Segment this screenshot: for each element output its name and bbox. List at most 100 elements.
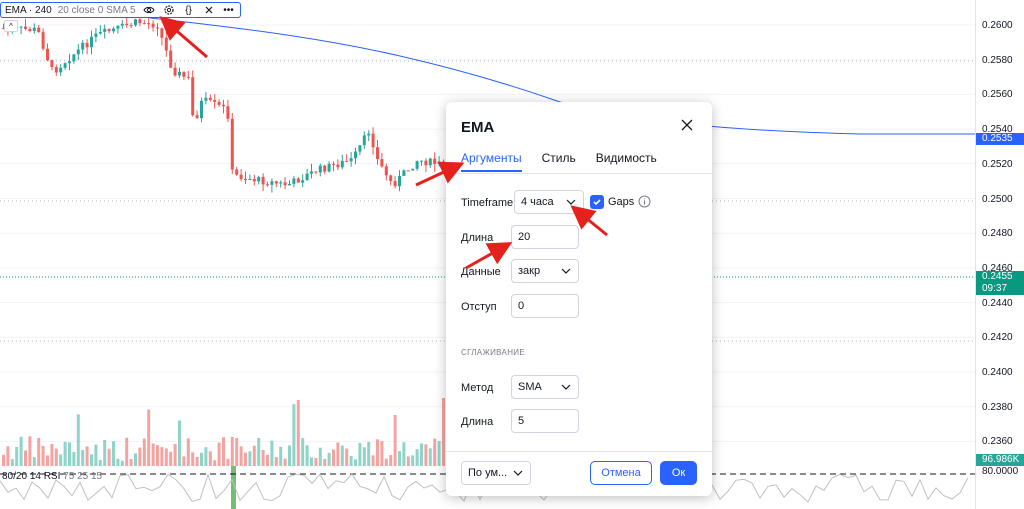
candle-body	[41, 32, 45, 49]
last-price-tag: 0.2455	[976, 271, 1024, 283]
candle-body	[398, 175, 401, 187]
candle-body	[323, 165, 327, 172]
volume-bar	[279, 446, 283, 466]
volume-bar	[288, 445, 291, 466]
collapse-legend-button[interactable]: ^	[4, 20, 18, 32]
candle-body	[90, 36, 93, 48]
candle-body	[318, 165, 322, 173]
volume-bar	[332, 449, 335, 466]
smoothing-length-input[interactable]: 5	[511, 409, 579, 433]
price-tick-label: 0.2500	[982, 193, 1013, 205]
method-select[interactable]: SMA	[511, 375, 579, 399]
volume-bar	[173, 444, 177, 466]
candle-body	[354, 151, 357, 159]
offset-input[interactable]: 0	[511, 294, 579, 318]
tab-visibility[interactable]: Видимость	[596, 150, 657, 172]
settings-gear-icon[interactable]	[162, 3, 176, 17]
candle-body	[156, 27, 159, 29]
method-label: Метод	[461, 382, 494, 394]
volume-bar	[398, 451, 401, 466]
volume-bar	[90, 454, 93, 466]
volume-bar	[261, 449, 265, 466]
remove-icon[interactable]	[202, 3, 216, 17]
volume-bar	[28, 436, 32, 466]
ema-price-tag: 0.2535	[976, 133, 1024, 145]
candle-body	[257, 176, 261, 182]
volume-bar	[94, 444, 98, 466]
method-value: SMA	[518, 381, 542, 393]
timeframe-value: 4 часа	[521, 196, 554, 208]
rsi-legend[interactable]: 80/20 14 RSI 75 25 15	[2, 471, 102, 482]
eye-icon[interactable]	[142, 3, 156, 17]
more-icon[interactable]: •••	[222, 3, 236, 17]
volume-bar	[6, 446, 10, 466]
candle-body	[182, 71, 186, 77]
candle-body	[142, 23, 146, 25]
defaults-dropdown[interactable]: По ум...	[461, 461, 531, 485]
cancel-button[interactable]: Отмена	[590, 461, 652, 485]
volume-bar	[213, 460, 217, 466]
volume-bar	[222, 437, 225, 466]
gaps-checkbox[interactable]	[590, 195, 604, 209]
candle-body	[50, 60, 54, 68]
info-icon[interactable]	[638, 195, 651, 208]
volume-bar	[164, 448, 168, 466]
source-select[interactable]: закр	[511, 259, 579, 283]
candle-body	[28, 28, 32, 31]
volume-bar	[103, 439, 107, 466]
candle-body	[336, 164, 340, 168]
source-code-icon[interactable]: {}	[182, 3, 196, 17]
volume-bar	[415, 449, 419, 466]
volume-bar	[420, 443, 423, 466]
candle-body	[433, 158, 437, 164]
volume-bar	[354, 459, 357, 466]
timeframe-select[interactable]: 4 часа	[514, 190, 584, 214]
candle-body	[244, 179, 247, 181]
tab-arguments[interactable]: Аргументы	[461, 150, 522, 172]
candle-body	[411, 168, 415, 171]
indicator-settings-dialog[interactable]: EMA Аргументы Стиль Видимость Timeframe …	[446, 102, 712, 496]
candle-body	[19, 26, 23, 28]
length-input[interactable]: 20	[511, 225, 579, 249]
legend-indicator-params: 20 close 0 SMA 5	[57, 4, 136, 16]
volume-bar	[323, 458, 327, 466]
tab-style[interactable]: Стиль	[542, 150, 576, 172]
volume-bar	[442, 397, 445, 466]
candle-body	[442, 161, 445, 165]
rsi-levels: 80/20	[2, 471, 28, 482]
volume-bar	[345, 448, 349, 466]
candle-body	[85, 42, 89, 48]
volume-bar	[340, 445, 344, 466]
price-tick-label: 0.2360	[982, 436, 1013, 448]
offset-value: 0	[518, 300, 525, 312]
candle-body	[345, 160, 349, 162]
volume-bar	[235, 437, 239, 466]
legend-indicator-name: EMA · 240	[5, 4, 52, 16]
volume-bar	[72, 452, 76, 466]
candle-body	[261, 176, 265, 185]
candle-body	[279, 182, 283, 184]
volume-bar	[129, 459, 133, 466]
volume-bar	[81, 449, 85, 466]
volume-bar	[270, 440, 274, 466]
price-tick-label: 0.2600	[982, 20, 1013, 31]
candle-body	[103, 28, 107, 32]
chevron-down-icon	[566, 199, 576, 205]
volume-bar	[371, 455, 375, 466]
candle-body	[283, 182, 287, 186]
volume-bar	[402, 442, 406, 466]
price-scale[interactable]: 0.2600 0.2580 0.2560 0.2540 0.2520 0.2500 0.24…	[975, 0, 1024, 509]
candle-body	[380, 159, 384, 167]
ok-button[interactable]: Ок	[660, 461, 697, 485]
volume-bar	[160, 447, 164, 466]
volume-bar	[376, 439, 379, 466]
rsi-params: 75 25 15	[63, 471, 103, 482]
volume-bar	[244, 452, 247, 466]
footer-divider	[446, 451, 712, 452]
close-icon[interactable]	[680, 118, 696, 134]
volume-bar	[257, 437, 261, 466]
candle-body	[332, 163, 335, 165]
indicator-legend[interactable]: EMA · 240 20 close 0 SMA 5 {} •••	[0, 2, 241, 18]
volume-bar	[169, 451, 173, 466]
candle-body	[63, 63, 67, 68]
